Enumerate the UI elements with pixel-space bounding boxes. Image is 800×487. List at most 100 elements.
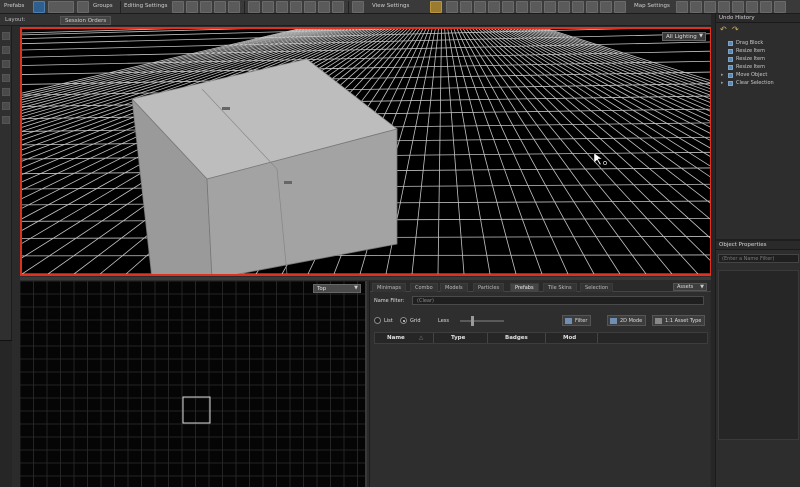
history-item[interactable]: Resize Item <box>718 48 800 56</box>
prefab-slot-icon[interactable] <box>48 1 74 13</box>
path-tool-icon[interactable] <box>318 1 330 13</box>
object-properties-list[interactable] <box>718 270 799 440</box>
cube-tool-icon[interactable] <box>262 1 274 13</box>
thumbnail-size-slider[interactable] <box>460 320 504 322</box>
cliff-icon[interactable] <box>774 1 786 13</box>
column-mod[interactable]: Mod <box>563 335 576 341</box>
box-label-mark <box>222 107 230 110</box>
selected-box-outline[interactable] <box>182 396 211 424</box>
column-type[interactable]: Type <box>451 335 465 341</box>
prefabs-label[interactable]: Prefabs <box>4 3 24 9</box>
viewport-splitter[interactable] <box>20 277 712 280</box>
editing-settings-label[interactable]: Editing Settings <box>124 3 167 9</box>
left-tool-button[interactable] <box>2 88 10 96</box>
groups-label[interactable]: Groups <box>93 3 113 9</box>
move-tool-icon[interactable] <box>172 1 184 13</box>
scale-tool-icon[interactable] <box>200 1 212 13</box>
doodad-icon[interactable] <box>530 1 542 13</box>
height-icon[interactable] <box>746 1 758 13</box>
redo-icon[interactable]: ↷ <box>732 26 742 35</box>
brush-icon[interactable] <box>718 1 730 13</box>
undo-icon[interactable]: ↶ <box>720 26 730 35</box>
smooth-icon[interactable] <box>760 1 772 13</box>
region-icon[interactable] <box>558 1 570 13</box>
prefab-icon[interactable] <box>33 1 45 13</box>
main-toolbar: Prefabs Groups Editing Settings View Set… <box>0 0 800 14</box>
view-settings-label[interactable]: View Settings <box>372 3 409 9</box>
grid-line <box>544 29 710 84</box>
run-icon[interactable] <box>586 1 598 13</box>
shading-icon[interactable] <box>460 1 472 13</box>
expand-arrow-icon[interactable]: ▸ <box>721 80 724 86</box>
eraser-icon[interactable] <box>732 1 744 13</box>
texture-icon[interactable] <box>704 1 716 13</box>
tab-combo[interactable]: Combo <box>410 283 438 292</box>
palette-icon[interactable] <box>690 1 702 13</box>
groups-icon[interactable] <box>77 1 89 13</box>
asset-list[interactable] <box>374 344 708 484</box>
sort-icon[interactable]: △ <box>419 335 423 341</box>
name-filter-input[interactable]: (Clear) <box>412 296 704 305</box>
map-icon[interactable] <box>676 1 688 13</box>
fog-icon[interactable] <box>488 1 500 13</box>
tab-particles[interactable]: Particles <box>473 283 505 292</box>
left-tool-button[interactable] <box>2 60 10 68</box>
left-tool-button[interactable] <box>2 74 10 82</box>
history-item[interactable]: ▸ Move Object <box>718 72 800 80</box>
history-item[interactable]: Resize Item <box>718 56 800 64</box>
tab-tile-skins[interactable]: Tile Skins <box>543 283 577 292</box>
column-badges[interactable]: Badges <box>505 335 528 341</box>
camera-tool-icon[interactable] <box>332 1 344 13</box>
light-tool-icon[interactable] <box>304 1 316 13</box>
list-label: List <box>384 318 393 324</box>
unit-icon[interactable] <box>544 1 556 13</box>
perspective-grid <box>22 29 710 274</box>
history-item[interactable]: ▸ Clear Selection <box>718 80 800 88</box>
list-radio[interactable] <box>374 317 381 324</box>
wireframe-icon[interactable] <box>446 1 458 13</box>
view-dropdown[interactable]: Top ▼ <box>313 284 361 293</box>
debug-icon[interactable] <box>614 1 626 13</box>
snap-tool-icon[interactable] <box>214 1 226 13</box>
name-filter-row: Name Filter: (Clear) <box>370 295 711 307</box>
mode-button[interactable]: 2D Mode <box>607 315 647 326</box>
tab-minimaps[interactable]: Minimaps <box>372 283 406 292</box>
history-item[interactable]: Resize Item <box>718 64 800 72</box>
view-mode-icon[interactable] <box>430 1 442 13</box>
history-action-icon <box>728 65 733 70</box>
slider-handle[interactable] <box>471 316 474 326</box>
tab-selection[interactable]: Selection <box>580 283 614 292</box>
column-name[interactable]: Name <box>387 335 405 341</box>
layout-tab[interactable]: Session Orders <box>60 16 112 25</box>
left-tool-button[interactable] <box>2 32 10 40</box>
select-tool-icon[interactable] <box>248 1 260 13</box>
history-item[interactable]: Drag Block <box>718 40 800 48</box>
filter-button[interactable]: Filter <box>562 315 592 326</box>
point-icon[interactable] <box>572 1 584 13</box>
perspective-viewport[interactable]: All Lighting ▼ <box>20 27 712 276</box>
expand-arrow-icon[interactable]: ▸ <box>721 72 724 78</box>
grid-tool-icon[interactable] <box>228 1 240 13</box>
left-tool-button[interactable] <box>2 102 10 110</box>
bounds-icon[interactable] <box>474 1 486 13</box>
map-settings-label[interactable]: Map Settings <box>634 3 670 9</box>
top-viewport[interactable]: Top ▼ <box>20 281 367 487</box>
test-icon[interactable] <box>600 1 612 13</box>
grid-label: Grid <box>410 318 421 324</box>
rotate-tool-icon[interactable] <box>186 1 198 13</box>
object-filter-input[interactable]: (Enter a Name Filter) <box>718 254 799 263</box>
water-icon[interactable] <box>516 1 528 13</box>
assets-dropdown[interactable]: Assets ▼ <box>673 283 707 291</box>
sky-icon[interactable] <box>502 1 514 13</box>
left-tool-button[interactable] <box>2 116 10 124</box>
left-tool-button[interactable] <box>2 46 10 54</box>
tab-models[interactable]: Models <box>440 283 468 292</box>
paint-tool-icon[interactable] <box>276 1 288 13</box>
gamepad-icon[interactable] <box>352 1 364 13</box>
grid-radio[interactable] <box>400 317 407 324</box>
asset-type-button[interactable]: 1:1 Asset Type <box>652 315 706 326</box>
terrain-tool-icon[interactable] <box>290 1 302 13</box>
tab-prefabs[interactable]: Prefabs <box>510 283 539 292</box>
lighting-dropdown[interactable]: All Lighting ▼ <box>662 32 706 41</box>
funnel-icon <box>565 318 572 324</box>
